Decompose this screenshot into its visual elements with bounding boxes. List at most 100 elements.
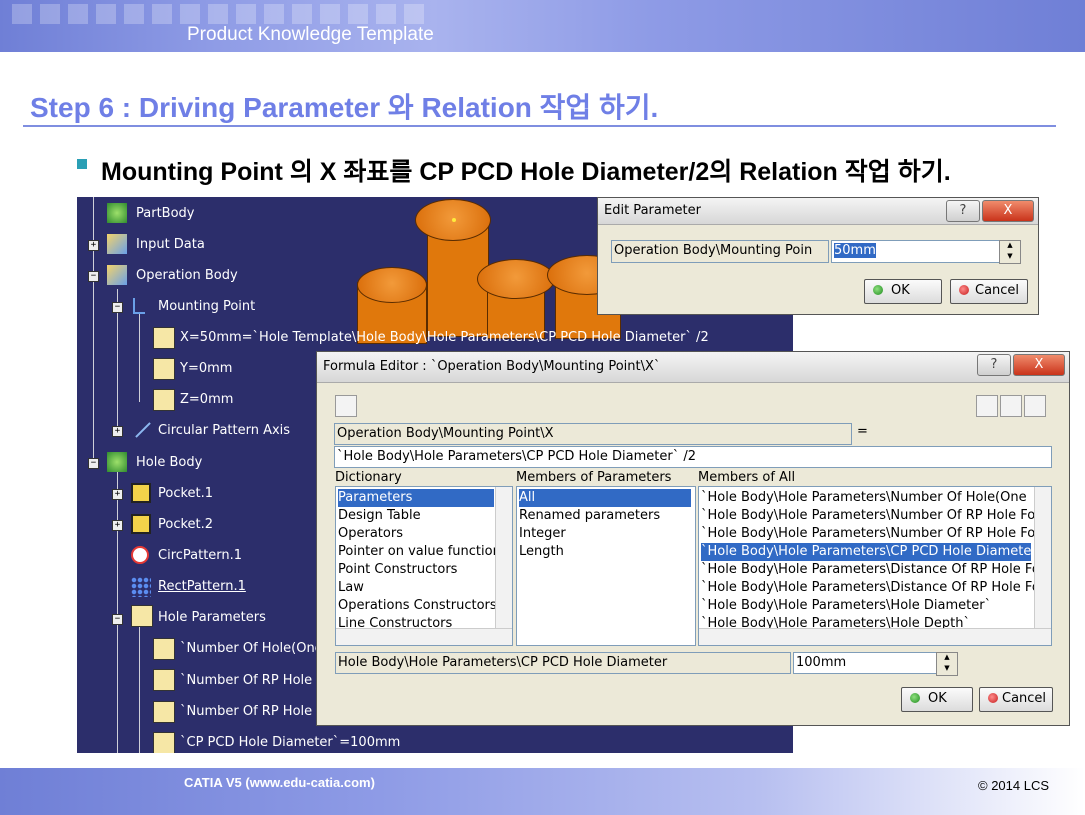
selected-value-input[interactable]: 100mm <box>793 652 937 674</box>
dialog-titlebar[interactable]: Edit Parameter ? X <box>598 198 1038 225</box>
decor-square <box>180 4 200 24</box>
spinner-down-icon[interactable]: ▼ <box>1000 252 1020 263</box>
list-item[interactable]: Renamed parameters <box>519 507 660 525</box>
list-item[interactable]: Operators <box>338 525 403 543</box>
cancel-button[interactable]: Cancel <box>950 279 1028 304</box>
list-item[interactable]: `Hole Body\Hole Parameters\Number Of RP … <box>701 507 1035 525</box>
list-item[interactable]: `Hole Body\Hole Parameters\Number Of Hol… <box>701 489 1027 507</box>
list-item[interactable]: `Hole Body\Hole Parameters\CP PCD Hole D… <box>701 543 1031 561</box>
close-button[interactable]: X <box>1013 354 1065 376</box>
list-item[interactable]: Parameters <box>338 489 494 507</box>
dictionary-toggle-icon[interactable] <box>335 395 357 417</box>
expand-icon[interactable]: + <box>112 520 123 531</box>
tree-node-rectpattern-1[interactable]: RectPattern.1 <box>158 579 246 594</box>
list-item[interactable]: Law <box>338 579 364 597</box>
ok-button[interactable]: OK <box>864 279 942 304</box>
formula-input[interactable]: `Hole Body\Hole Parameters\CP PCD Hole D… <box>334 446 1052 468</box>
dictionary-list[interactable]: Parameters Design Table Operators Pointe… <box>335 486 513 646</box>
list-item[interactable]: `Hole Body\Hole Parameters\Distance Of R… <box>701 579 1040 597</box>
parameter-icon <box>153 638 175 660</box>
decor-square <box>292 4 312 24</box>
tree-node-hole-body[interactable]: Hole Body <box>136 455 202 470</box>
decor-square <box>264 4 284 24</box>
list-item[interactable]: Point Constructors <box>338 561 457 579</box>
tree-line <box>139 312 140 402</box>
equals-label: = <box>857 424 868 439</box>
tree-node-input-data[interactable]: Input Data <box>136 237 205 252</box>
decor-square <box>96 4 116 24</box>
help-button[interactable]: ? <box>977 354 1011 376</box>
geometrical-set-icon <box>107 234 127 254</box>
tree-node-param[interactable]: `Number Of RP Hole F <box>180 673 324 688</box>
members-of-parameters-list[interactable]: All Renamed parameters Integer Length <box>516 486 696 646</box>
list-item[interactable]: Integer <box>519 525 566 543</box>
parameter-icon <box>153 669 175 691</box>
expand-icon[interactable]: + <box>112 489 123 500</box>
edit-parameter-dialog: Edit Parameter ? X Operation Body\Mounti… <box>597 197 1039 315</box>
vertical-scrollbar[interactable] <box>495 487 512 629</box>
tree-node-param[interactable]: `CP PCD Hole Diameter`=100mm <box>180 735 400 750</box>
footer-copyright: © 2014 LCS <box>978 778 1050 793</box>
list-item[interactable]: Pointer on value function <box>338 543 501 561</box>
cancel-icon <box>959 285 969 295</box>
tree-node-z-param[interactable]: Z=0mm <box>180 392 233 407</box>
spinner-down-icon[interactable]: ▼ <box>937 664 957 675</box>
tree-node-pocket-1[interactable]: Pocket.1 <box>158 486 213 501</box>
tree-node-operation-body[interactable]: Operation Body <box>136 268 238 283</box>
footer-band <box>0 768 1085 815</box>
spinner-up-icon[interactable]: ▲ <box>937 653 957 664</box>
collapse-icon[interactable]: − <box>112 302 123 313</box>
help-button[interactable]: ? <box>946 200 980 222</box>
list-item[interactable]: `Hole Body\Hole Parameters\Number Of RP … <box>701 525 1035 543</box>
title-divider <box>23 125 1056 127</box>
parameter-value-input[interactable]: 50mm <box>831 240 1001 263</box>
decor-square <box>12 4 32 24</box>
members-of-all-list[interactable]: `Hole Body\Hole Parameters\Number Of Hol… <box>698 486 1052 646</box>
tree-node-circpattern-1[interactable]: CircPattern.1 <box>158 548 242 563</box>
list-item[interactable]: Operations Constructors <box>338 597 497 615</box>
collapse-icon[interactable]: − <box>112 614 123 625</box>
comment-icon[interactable] <box>1000 395 1022 417</box>
tree-node-param[interactable]: `Number Of Hole(One <box>180 641 323 656</box>
tree-node-mounting-point[interactable]: Mounting Point <box>158 299 255 314</box>
list-item[interactable]: Length <box>519 543 564 561</box>
horizontal-scrollbar[interactable] <box>699 628 1051 645</box>
collapse-icon[interactable]: − <box>88 271 99 282</box>
eraser-icon[interactable] <box>1024 395 1046 417</box>
part-cylinder-top <box>357 267 427 303</box>
step-subtitle: Mounting Point 의 X 좌표를 CP PCD Hole Diame… <box>101 158 951 186</box>
vertical-scrollbar[interactable] <box>1034 487 1051 629</box>
list-item[interactable]: Design Table <box>338 507 421 525</box>
list-item[interactable]: `Hole Body\Hole Parameters\Hole Diameter… <box>701 597 991 615</box>
value-spinner[interactable]: ▲ ▼ <box>999 240 1021 264</box>
list-item[interactable]: All <box>519 489 691 507</box>
tree-node-x-param[interactable]: X=50mm=`Hole Template\Hole Body\Hole Par… <box>180 330 709 345</box>
tree-node-y-param[interactable]: Y=0mm <box>180 361 232 376</box>
decor-square <box>376 4 396 24</box>
list-item[interactable]: `Hole Body\Hole Parameters\Distance Of R… <box>701 561 1040 579</box>
wizard-icon[interactable] <box>976 395 998 417</box>
tree-node-circular-pattern-axis[interactable]: Circular Pattern Axis <box>158 423 290 438</box>
footer-credit: CATIA V5 (www.edu-catia.com) <box>184 775 375 790</box>
expand-icon[interactable]: + <box>112 426 123 437</box>
decor-square <box>404 4 424 24</box>
value-spinner[interactable]: ▲ ▼ <box>936 652 958 676</box>
ok-button[interactable]: OK <box>901 687 973 712</box>
spinner-up-icon[interactable]: ▲ <box>1000 241 1020 252</box>
parameter-name-field: Operation Body\Mounting Poin <box>611 240 829 263</box>
parameter-set-icon <box>131 605 153 627</box>
dialog-title: Edit Parameter <box>604 203 701 218</box>
ok-icon <box>910 693 920 703</box>
expand-icon[interactable]: + <box>88 240 99 251</box>
bullet-icon <box>77 159 87 169</box>
tree-node-partbody[interactable]: PartBody <box>136 206 194 221</box>
circular-pattern-icon <box>131 546 149 564</box>
tree-node-param[interactable]: `Number Of RP Hole F <box>180 704 324 719</box>
close-button[interactable]: X <box>982 200 1034 222</box>
tree-node-pocket-2[interactable]: Pocket.2 <box>158 517 213 532</box>
collapse-icon[interactable]: − <box>88 458 99 469</box>
tree-node-hole-parameters[interactable]: Hole Parameters <box>158 610 266 625</box>
cancel-button[interactable]: Cancel <box>979 687 1053 712</box>
horizontal-scrollbar[interactable] <box>336 628 512 645</box>
dialog-titlebar[interactable]: Formula Editor : `Operation Body\Mountin… <box>317 352 1069 383</box>
